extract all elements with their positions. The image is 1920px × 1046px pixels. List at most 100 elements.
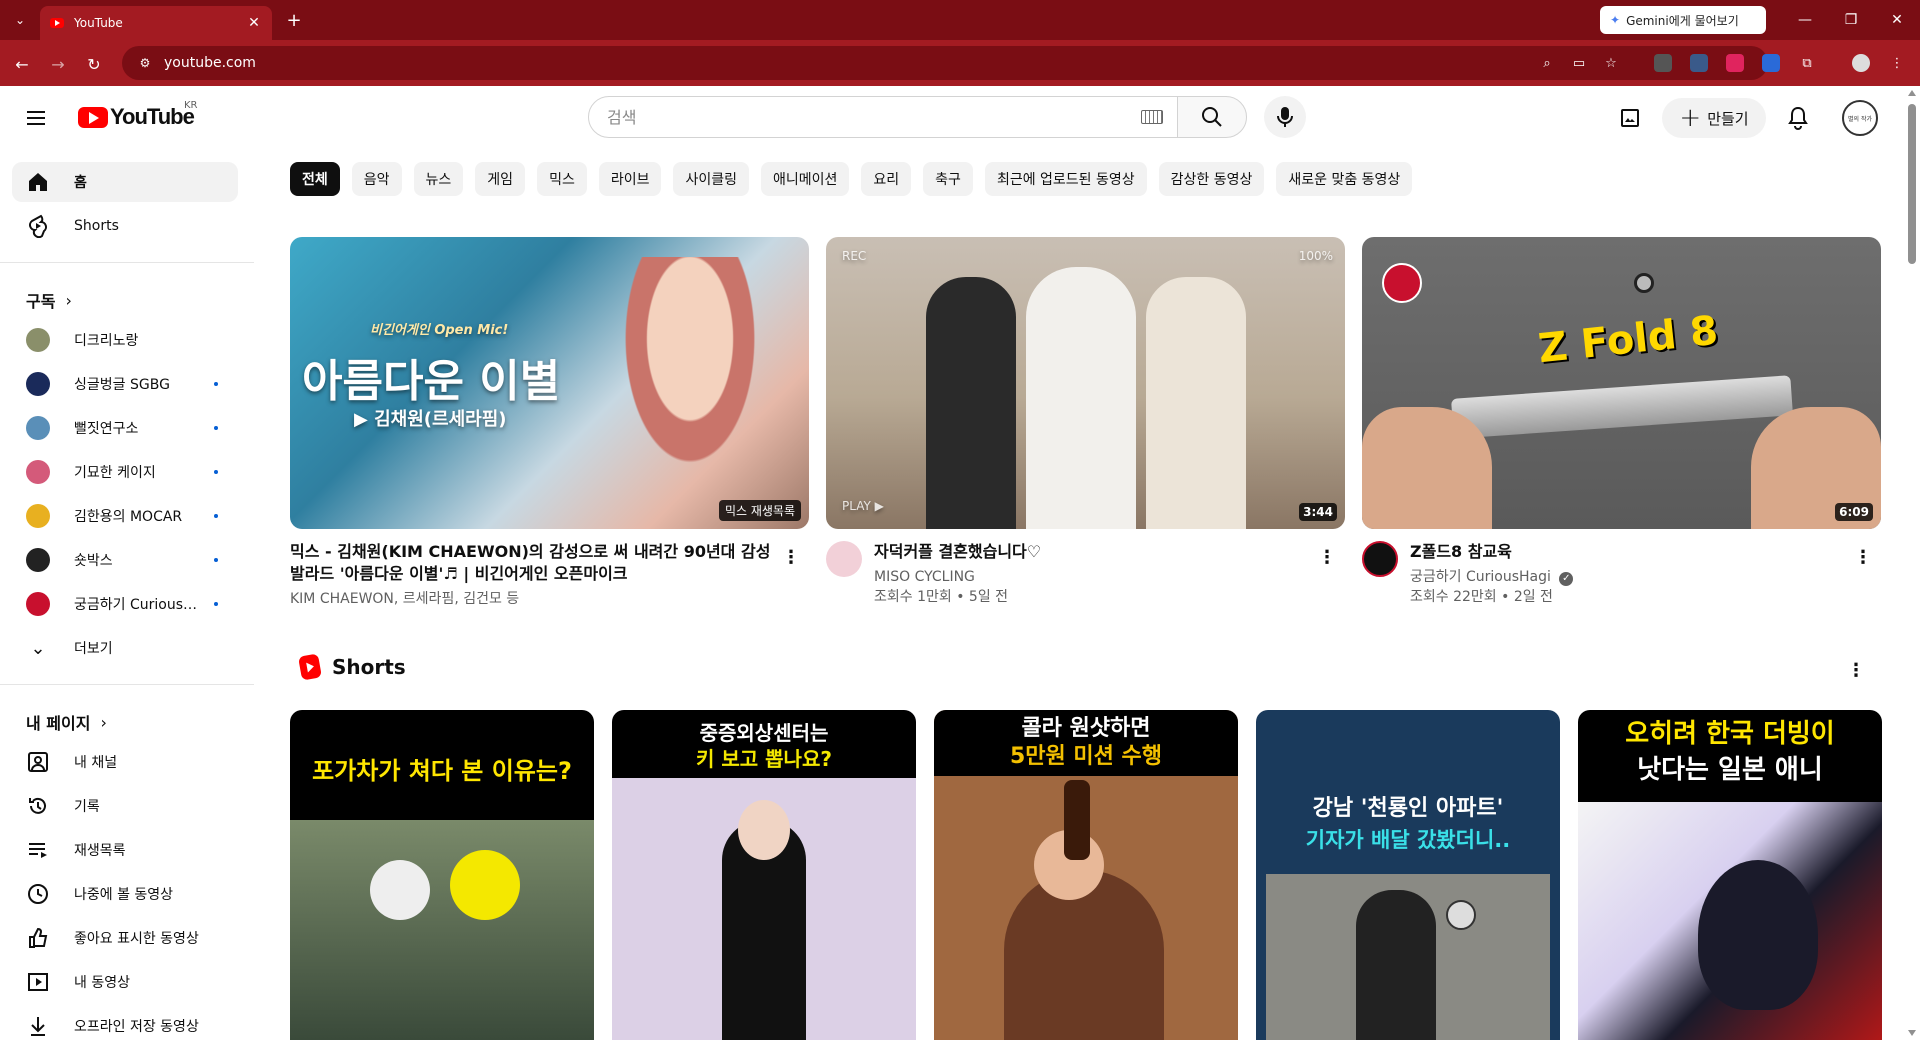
minimize-button[interactable]: — (1790, 8, 1820, 32)
scrollbar-thumb[interactable] (1908, 104, 1916, 264)
chip-animation[interactable]: 애니메이션 (761, 162, 850, 196)
chip-mix[interactable]: 믹스 (537, 162, 587, 196)
scroll-down-arrow-icon[interactable] (1908, 1030, 1916, 1036)
scroll-up-arrow-icon[interactable] (1908, 90, 1916, 96)
sidebar-item-subscription[interactable]: 김한용의 MOCAR (12, 496, 238, 536)
extension-2-icon[interactable] (1690, 54, 1708, 72)
video-card[interactable]: Z Fold 8 6:09 Z폴드8 참교육 궁금하기 CuriousHagi … (1362, 237, 1881, 607)
short-card[interactable]: 포가차가 쳐다 본 이유는? (290, 710, 594, 1040)
chip-cooking[interactable]: 요리 (861, 162, 912, 196)
video-channel[interactable]: KIM CHAEWON, 르세라핌, 김건모 등 (290, 589, 779, 609)
sidebar-item-history[interactable]: 기록 (12, 786, 238, 826)
sidebar-item-shorts[interactable]: Shorts (12, 206, 238, 246)
short-card[interactable]: 콜라 원샷하면 5만원 미션 수행 (934, 710, 1238, 1040)
extension-1-icon[interactable] (1654, 54, 1672, 72)
video-card[interactable]: 비긴어게인 Open Mic! 아름다운 이별 ▶ 김채원(르세라핌) 믹스 재… (290, 237, 809, 609)
sidebar-item-subscription[interactable]: 궁금하기 CuriousHagi (12, 584, 238, 624)
profile-icon[interactable] (1852, 54, 1870, 72)
sidebar-item-subscription[interactable]: 기묘한 케이지 (12, 452, 238, 492)
video-title[interactable]: 자덕커플 결혼했습니다♡ (874, 541, 1315, 563)
create-button[interactable]: + 만들기 (1662, 98, 1766, 138)
video-thumbnail[interactable]: REC 100% PLAY ▶ 3:44 (826, 237, 1345, 529)
more-actions-icon[interactable]: ⋮ (1315, 545, 1339, 569)
sidebar-item-home[interactable]: 홈 (12, 162, 238, 202)
sidebar-item-your-channel[interactable]: 내 채널 (12, 742, 238, 782)
short-card[interactable]: 중증외상센터는 키 보고 뽑나요? (612, 710, 916, 1040)
short-caption: 강남 '천룡인 아파트' (1312, 796, 1504, 821)
back-button[interactable]: ← (10, 52, 34, 76)
guide-menu-icon[interactable] (24, 106, 48, 130)
chip-watched[interactable]: 감상한 동영상 (1158, 162, 1265, 196)
chip-recently-uploaded[interactable]: 최근에 업로드된 동영상 (984, 162, 1147, 196)
new-tab-button[interactable]: + (282, 8, 306, 32)
chip-all[interactable]: 전체 (290, 162, 340, 196)
sidebar-item-label: 뻘짓연구소 (74, 421, 139, 437)
sidebar-item-your-videos[interactable]: 내 동영상 (12, 962, 238, 1002)
more-actions-icon[interactable]: ⋮ (1851, 545, 1875, 569)
channel-avatar[interactable] (1362, 541, 1398, 577)
sidebar-item-subscription[interactable]: 싱글벙글 SGBG (12, 364, 238, 404)
short-card[interactable]: 강남 '천룡인 아파트' 기자가 배달 갔봤더니.. (1256, 710, 1560, 1040)
shorts-shelf-title: Shorts (332, 655, 406, 679)
chip-new-to-you[interactable]: 새로운 맞춤 동영상 (1276, 162, 1413, 196)
page-scrollbar[interactable] (1904, 86, 1920, 1040)
sidebar-item-subscription[interactable]: 뻘짓연구소 (12, 408, 238, 448)
close-tab-icon[interactable]: ✕ (246, 15, 262, 31)
image-button[interactable] (1612, 100, 1648, 136)
voice-search-button[interactable] (1264, 96, 1306, 138)
site-info-icon[interactable]: ⚙ (136, 54, 154, 72)
chip-cycling[interactable]: 사이클링 (673, 162, 749, 196)
notifications-button[interactable] (1780, 100, 1816, 136)
video-title[interactable]: 믹스 - 김채원(KIM CHAEWON)의 감성으로 써 내려간 90년대 감… (290, 541, 779, 585)
sidebar-item-downloads[interactable]: 오프라인 저장 동영상 (12, 1006, 238, 1046)
reload-button[interactable]: ↻ (82, 52, 106, 76)
zoom-icon[interactable]: ⌕ (1538, 54, 1556, 72)
video-channel[interactable]: MISO CYCLING (874, 567, 1315, 587)
search-input[interactable] (607, 107, 1087, 127)
chip-music[interactable]: 음악 (351, 162, 402, 196)
close-window-button[interactable]: ✕ (1882, 8, 1912, 32)
chip-news[interactable]: 뉴스 (413, 162, 464, 196)
video-thumbnail[interactable]: 비긴어게인 Open Mic! 아름다운 이별 ▶ 김채원(르세라핌) 믹스 재… (290, 237, 809, 529)
chip-gaming[interactable]: 게임 (475, 162, 526, 196)
shorts-more-icon[interactable]: ⋮ (1844, 658, 1868, 682)
account-avatar[interactable]: 별의 작가 (1842, 100, 1878, 136)
you-header[interactable]: 내 페이지 › (26, 710, 107, 734)
thumbnail-tag: 비긴어게인 Open Mic! (370, 323, 509, 338)
subscriptions-header[interactable]: 구독 › (26, 288, 72, 312)
browser-tab-youtube[interactable]: YouTube ✕ (40, 6, 272, 40)
sidebar-item-liked[interactable]: 좋아요 표시한 동영상 (12, 918, 238, 958)
gemini-button[interactable]: ✦ Gemini에게 물어보기 (1600, 6, 1766, 34)
short-card[interactable]: 오히려 한국 더빙이 낫다는 일본 애니 (1578, 710, 1882, 1040)
extension-3-icon[interactable] (1726, 54, 1744, 72)
cast-icon[interactable]: ▭ (1570, 54, 1588, 72)
extensions-puzzle-icon[interactable]: ⧉ (1798, 54, 1816, 72)
forward-button[interactable]: → (46, 52, 70, 76)
channel-avatar[interactable] (826, 541, 862, 577)
sidebar-item-playlists[interactable]: 재생목록 (12, 830, 238, 870)
channel-name[interactable]: 궁금하기 CuriousHagi (1410, 569, 1551, 585)
address-bar[interactable]: ⚙ youtube.com (122, 46, 1768, 80)
bookmark-star-icon[interactable]: ☆ (1602, 54, 1620, 72)
chip-soccer[interactable]: 축구 (923, 162, 973, 196)
sidebar-item-watch-later[interactable]: 나중에 볼 동영상 (12, 874, 238, 914)
download-icon[interactable] (1762, 54, 1780, 72)
video-title[interactable]: Z폴드8 참교육 (1410, 541, 1851, 563)
sidebar-item-label: 기묘한 케이지 (74, 465, 156, 481)
video-thumbnail[interactable]: Z Fold 8 6:09 (1362, 237, 1881, 529)
channel-avatar (26, 548, 50, 572)
more-actions-icon[interactable]: ⋮ (779, 545, 803, 569)
video-card[interactable]: REC 100% PLAY ▶ 3:44 자덕커플 결혼했습니다♡ MISO C… (826, 237, 1345, 607)
video-stats: 조회수 1만회 • 5일 전 (874, 589, 1009, 605)
browser-menu-icon[interactable]: ⋮ (1888, 54, 1906, 72)
restore-button[interactable]: ❐ (1836, 8, 1866, 32)
sidebar-item-subscription[interactable]: 디크리노랑 (12, 320, 238, 360)
youtube-logo[interactable]: YouTube (78, 104, 195, 130)
keyboard-icon[interactable] (1141, 110, 1163, 124)
video-channel[interactable]: 궁금하기 CuriousHagi ✓ (1410, 567, 1851, 587)
search-button[interactable] (1177, 96, 1247, 138)
chip-live[interactable]: 라이브 (598, 162, 662, 196)
sidebar-item-show-more[interactable]: ⌄ 더보기 (12, 628, 238, 668)
sidebar-item-subscription[interactable]: 숏박스 (12, 540, 238, 580)
tab-search-icon[interactable]: ⌄ (8, 8, 32, 32)
